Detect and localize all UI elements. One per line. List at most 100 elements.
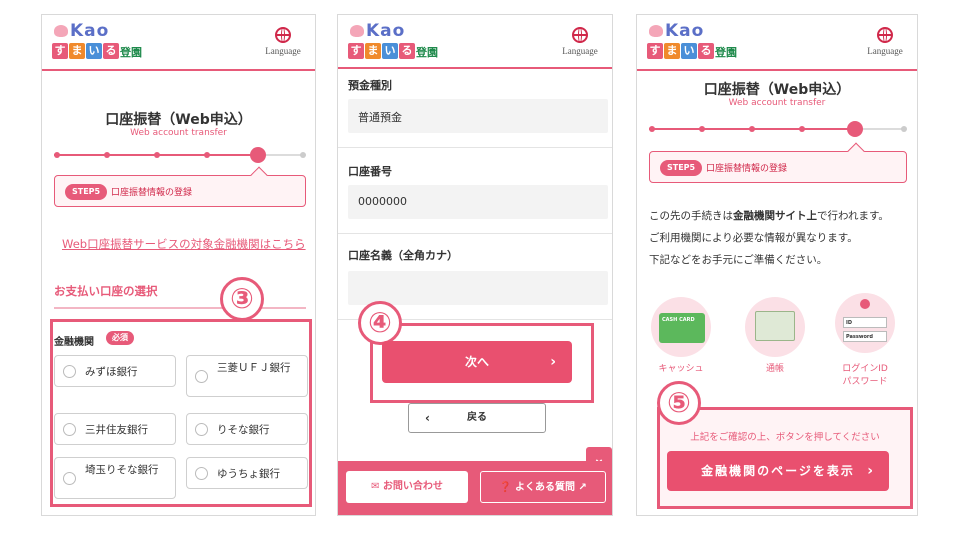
step-progress (649, 121, 907, 137)
passbook-label: 通帳 (765, 364, 784, 374)
instruction-text: この先の手続きは金融機関サイト上で行われます。 ご利用機関により必要な情報が異な… (649, 210, 889, 266)
logo-tail: 登園 (416, 46, 438, 59)
step-label: 口座振替情報の登録 (111, 188, 193, 198)
divider (338, 233, 612, 234)
language-label: Language (867, 46, 903, 56)
bank-option-smbc[interactable]: 三井住友銀行 (54, 413, 176, 445)
section-heading: お支払い口座の選択 (54, 284, 158, 298)
divider (338, 147, 612, 148)
next-button[interactable]: 次へ › (382, 341, 572, 383)
current-step-marker (250, 147, 266, 163)
bank-option-label: ゆうちょ銀行 (217, 468, 280, 480)
section-divider (54, 307, 306, 309)
kao-logo[interactable]: Kao す ま い る 登園 (346, 21, 446, 65)
mail-icon: ✉ (371, 481, 383, 492)
logo-tail: 登園 (715, 46, 737, 59)
password-field-icon: Password (843, 331, 887, 342)
back-button[interactable]: ‹ 戻る (408, 403, 546, 433)
step-banner: STEP5 口座振替情報の登録 (54, 166, 306, 207)
chevron-right-icon: › (550, 354, 556, 370)
bank-option-mizuho[interactable]: みずほ銀行 (54, 355, 176, 387)
step-progress (54, 147, 306, 163)
radio-icon (63, 472, 76, 485)
language-switch[interactable]: Language (859, 27, 911, 56)
bank-option-label: 三井住友銀行 (85, 424, 148, 436)
open-bank-page-button[interactable]: 金融機関のページを表示 › (667, 451, 889, 491)
logo-block: る (698, 43, 714, 59)
faq-label: よくある質問 (515, 482, 576, 493)
page-subtitle: Web account transfer (728, 98, 826, 108)
login-illustration: ID Password (835, 293, 895, 353)
bank-option-label: 三菱ＵＦＪ銀行 (217, 362, 291, 374)
logo-block: ま (664, 43, 680, 59)
step-badge: STEP5 (65, 184, 108, 200)
logo-block: る (399, 43, 415, 59)
logo-block: い (382, 43, 398, 59)
step-marker-3: ③ (220, 277, 264, 321)
step-marker-5: ⑤ (657, 381, 701, 425)
radio-icon (195, 467, 208, 480)
back-button-label: 戻る (467, 412, 487, 423)
step-marker-4: ④ (358, 301, 402, 345)
kao-wordmark: Kao (665, 21, 705, 41)
bank-option-yucho[interactable]: ゆうちょ銀行 (186, 457, 308, 489)
faq-button[interactable]: ❓ よくある質問 ↗ (480, 471, 606, 503)
bank-option-mufg[interactable]: 三菱ＵＦＪ銀行 (186, 355, 308, 397)
cash-card-label: キャッシュ (658, 364, 704, 374)
deposit-type-value: 普通預金 (358, 111, 402, 124)
screen-step3: Kao す ま い る 登園 Language 口座振替（Web申込） Web … (41, 14, 316, 516)
account-number-value: 0000000 (358, 195, 407, 208)
step-label: 口座振替情報の登録 (706, 164, 788, 174)
logo-block: ま (69, 43, 85, 59)
language-switch[interactable]: Language (554, 27, 606, 56)
logo-tail: 登園 (120, 46, 142, 59)
logo-block: る (103, 43, 119, 59)
confirm-text: 上記をご確認の上、ボタンを押してください (690, 432, 880, 443)
radio-icon (195, 370, 208, 383)
account-number-field[interactable]: 0000000 (348, 185, 608, 219)
required-badge: 必須 (106, 331, 134, 345)
deposit-type-field[interactable]: 普通預金 (348, 99, 608, 133)
eligible-banks-link[interactable]: Web口座振替サービスの対象金融機関はこちら (62, 236, 306, 252)
kao-wordmark: Kao (70, 21, 110, 41)
radio-icon (63, 365, 76, 378)
radio-icon (195, 423, 208, 436)
language-switch[interactable]: Language (257, 27, 309, 56)
open-bank-page-label: 金融機関のページを表示 (701, 464, 855, 478)
app-header: Kao す ま い る 登園 Language (637, 15, 917, 71)
globe-icon (572, 27, 588, 43)
kao-wordmark: Kao (366, 21, 406, 41)
passbook-illustration (745, 297, 805, 357)
logo-block: す (348, 43, 364, 59)
user-icon (860, 299, 870, 309)
cash-card-illustration: CASH CARD (651, 297, 711, 357)
login-id-label: ログインID (842, 364, 888, 374)
bear-icon (350, 25, 364, 37)
chevron-right-icon: › (867, 463, 875, 479)
external-link-icon: ↗ (575, 482, 587, 493)
radio-icon (63, 423, 76, 436)
account-name-field[interactable] (348, 271, 608, 305)
bank-option-label: 埼玉りそな銀行 (85, 464, 159, 476)
chevron-left-icon: ‹ (425, 411, 430, 425)
language-label: Language (562, 46, 598, 56)
page-subtitle: Web account transfer (130, 128, 227, 138)
passbook-icon (755, 311, 795, 341)
logo-block: す (647, 43, 663, 59)
kao-logo[interactable]: Kao す ま い る 登園 (50, 21, 150, 65)
contact-button[interactable]: ✉ お問い合わせ (346, 471, 468, 503)
logo-block: い (681, 43, 697, 59)
bank-option-resona[interactable]: りそな銀行 (186, 413, 308, 445)
bank-option-saitama-resona[interactable]: 埼玉りそな銀行 (54, 457, 176, 499)
logo-block: す (52, 43, 68, 59)
kao-logo[interactable]: Kao す ま い る 登園 (645, 21, 745, 65)
app-header: Kao す ま い る 登園 Language (338, 15, 612, 69)
page-title: 口座振替（Web申込） (105, 112, 252, 128)
password-label: パスワード (842, 377, 888, 387)
logo-block: ま (365, 43, 381, 59)
question-icon: ❓ (499, 482, 516, 493)
screen-step5: Kao す ま い る 登園 Language 口座振替（Web申込） Web … (636, 14, 918, 516)
step-banner: STEP5 口座振替情報の登録 (649, 142, 907, 183)
bear-icon (54, 25, 68, 37)
bank-option-label: みずほ銀行 (85, 366, 138, 378)
